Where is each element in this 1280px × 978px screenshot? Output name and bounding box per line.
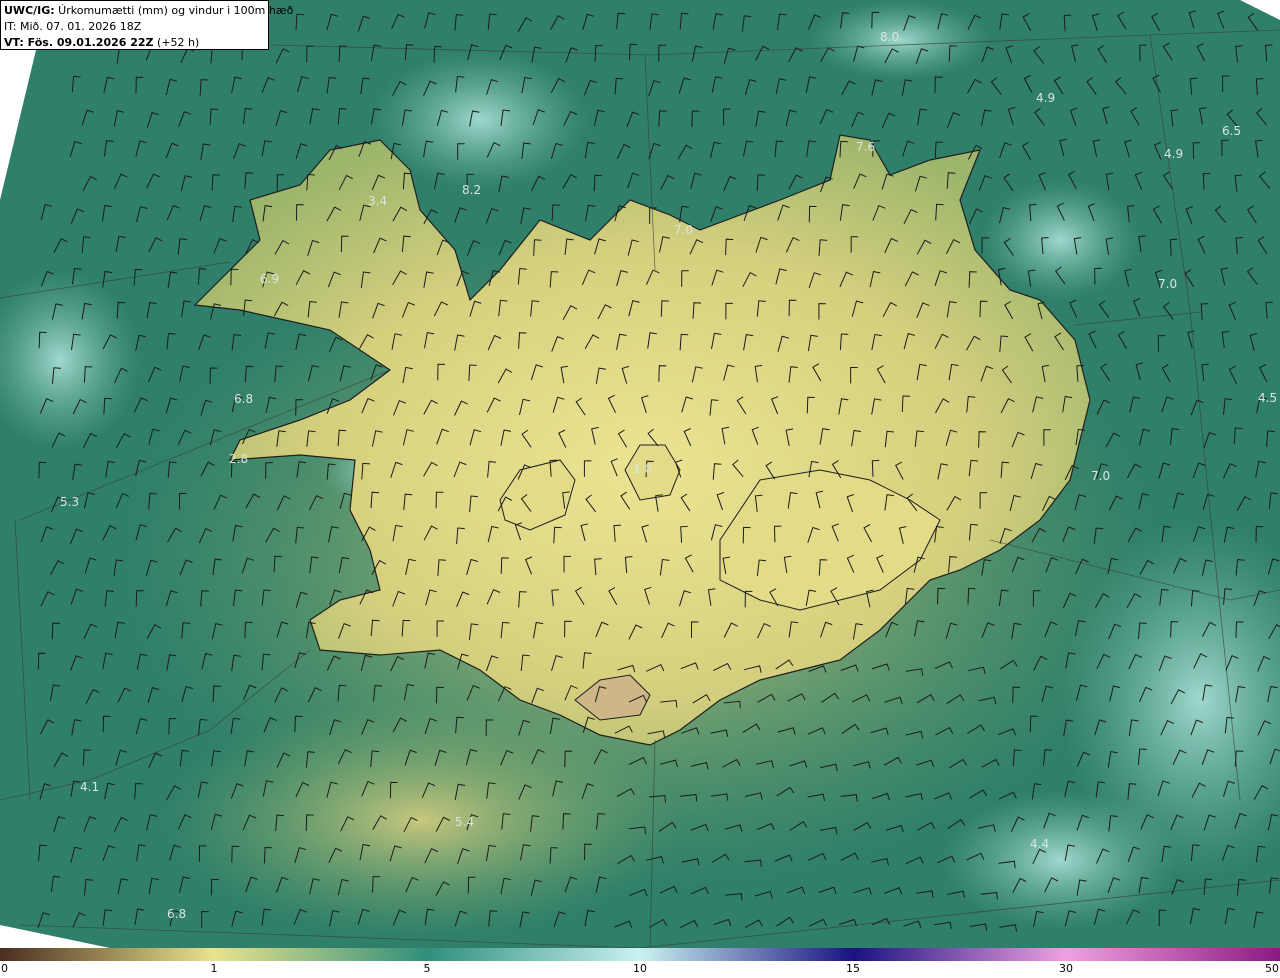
value-label: 7.6 — [856, 140, 875, 154]
cloud-patch — [980, 180, 1140, 300]
colorbar-tick: 0 — [1, 962, 8, 975]
title-line: UWC/IG: Úrkomumætti (mm) og vindur i 100… — [4, 3, 293, 19]
cloud-patch — [810, 0, 990, 80]
value-label: 6.9 — [260, 272, 279, 286]
value-label: 6.5 — [1222, 124, 1241, 138]
value-label: 7.0 — [1091, 469, 1110, 483]
value-label: 2.8 — [229, 452, 248, 466]
value-label: 4.9 — [1036, 91, 1055, 105]
model-name: UWC/IG: — [4, 4, 55, 17]
value-label: 8.2 — [462, 183, 481, 197]
colorbar-tick: 5 — [423, 962, 431, 975]
colorbar-tick: 30 — [1059, 962, 1073, 975]
value-label: 8.0 — [880, 30, 899, 44]
colorbar-strip — [0, 948, 1280, 961]
colorbar-tick: 50 — [1265, 962, 1279, 975]
value-label: 7.0 — [1158, 277, 1177, 291]
value-label: 4.5 — [1258, 391, 1277, 405]
value-label: 6.8 — [167, 907, 186, 921]
valid-time: VT: Fös. 09.01.2026 22Z — [4, 36, 154, 49]
valid-time-line: VT: Fös. 09.01.2026 22Z (+52 h) — [4, 35, 265, 51]
value-label: 6.8 — [234, 392, 253, 406]
value-label: 1.0 — [633, 462, 652, 476]
value-label: 4.1 — [80, 780, 99, 794]
colorbar-tick: 15 — [846, 962, 860, 975]
field-description: Úrkomumætti (mm) og vindur i 100m hæð — [54, 4, 294, 17]
colorbar-tick: 10 — [633, 962, 647, 975]
map-title-box: UWC/IG: Úrkomumætti (mm) og vindur i 100… — [0, 0, 293, 51]
weather-map: 8.0 4.9 6.5 4.9 7.6 3.4 8.2 7.0 6.9 7.0 … — [0, 0, 1280, 948]
value-label: 4.9 — [1164, 147, 1183, 161]
value-label: 3.4 — [368, 194, 387, 208]
colorbar: 0 1 5 10 15 30 50 — [0, 948, 1280, 978]
value-label: 7.0 — [674, 223, 693, 237]
colorbar-tick: 1 — [210, 962, 218, 975]
value-label: 5.4 — [455, 815, 474, 829]
value-label: 4.4 — [1030, 837, 1049, 851]
init-time: IT: Mið. 07. 01. 2026 18Z — [4, 20, 142, 33]
forecast-hour: (+52 h) — [153, 36, 200, 49]
value-label: 5.3 — [60, 495, 79, 509]
cloud-patch — [940, 790, 1180, 930]
